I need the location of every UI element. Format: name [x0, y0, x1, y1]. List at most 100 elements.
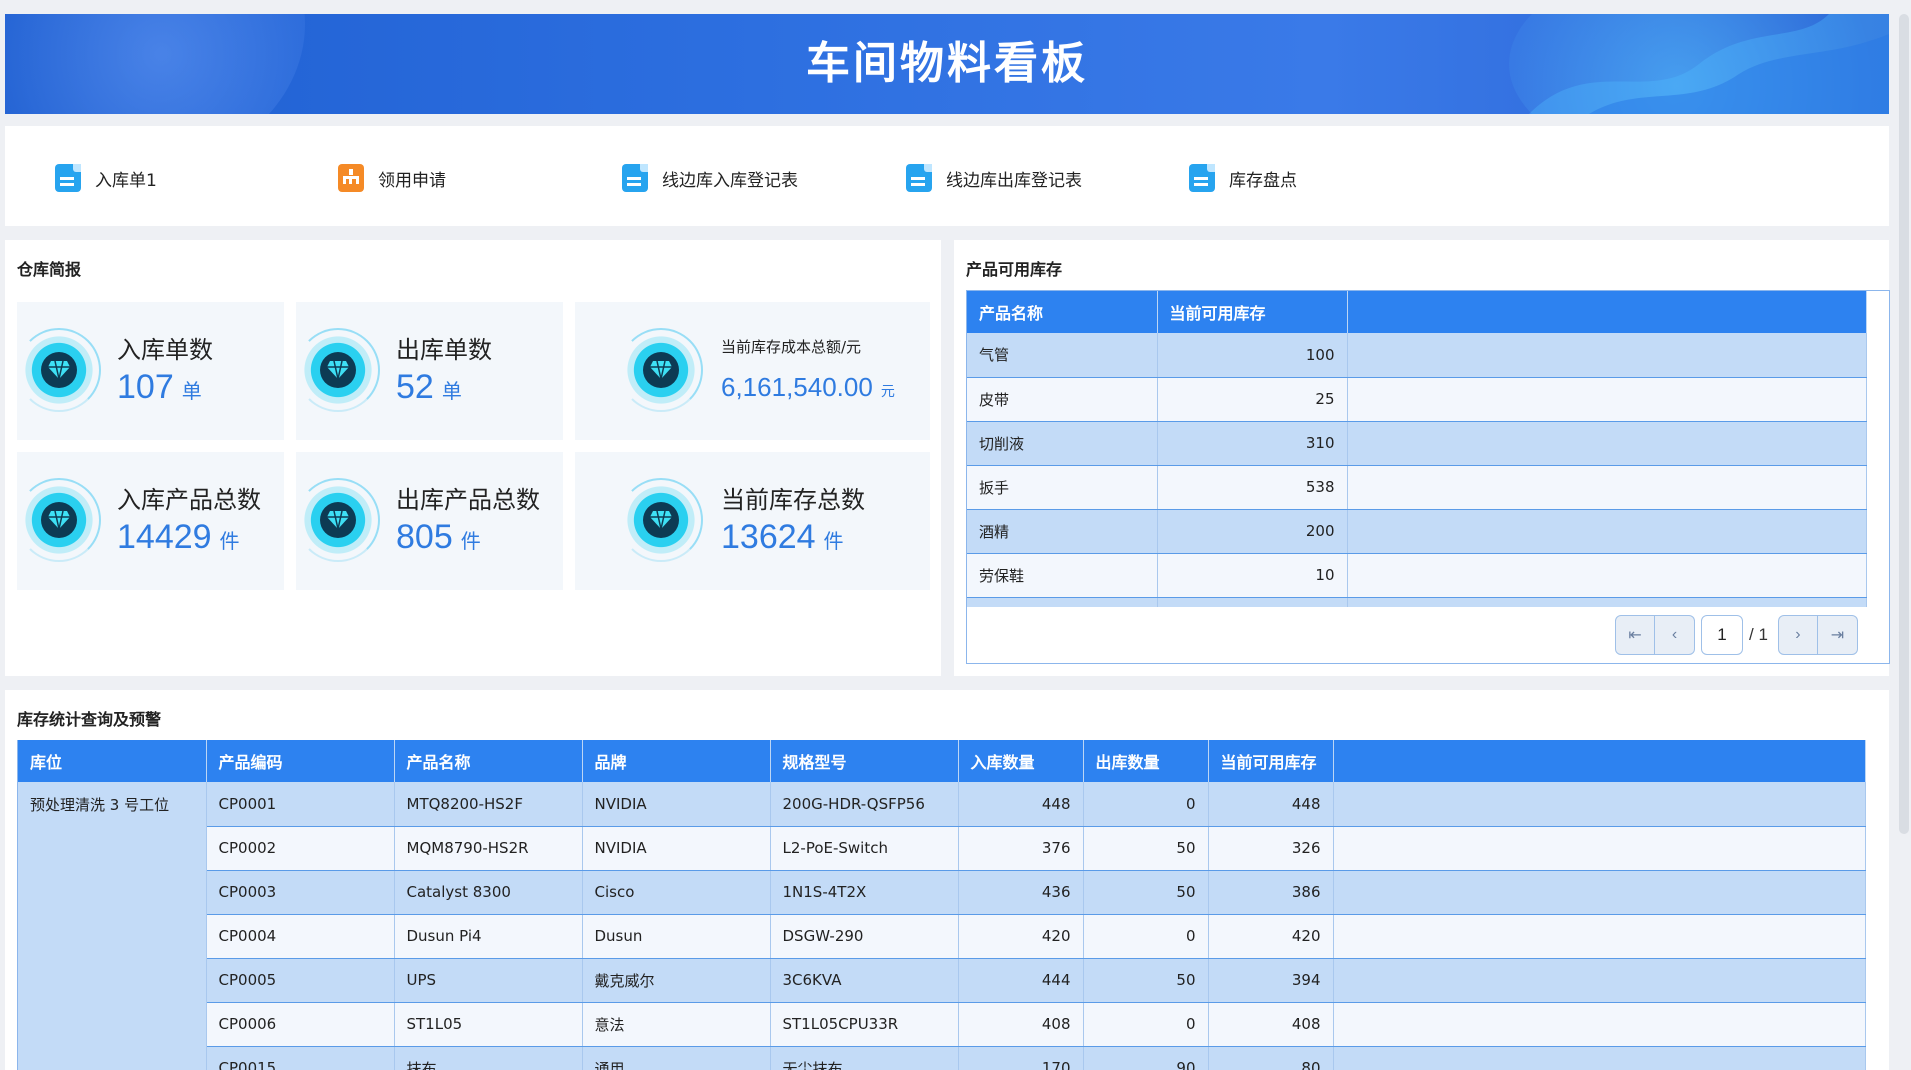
- quicklink-lineside-inbound[interactable]: 线边库入库登记表: [622, 164, 798, 192]
- spec-cell: 无尘抹布: [770, 1046, 959, 1070]
- product-code-cell: CP0006: [206, 1002, 395, 1047]
- spec-cell: 200G-HDR-QSFP56: [770, 782, 959, 827]
- last-page-button[interactable]: ⇥: [1817, 615, 1858, 655]
- next-page-button[interactable]: ›: [1777, 615, 1818, 655]
- inbound-qty-cell: 170: [958, 1046, 1084, 1070]
- inbound-qty-cell: 436: [958, 870, 1084, 915]
- stat-value: 805 件: [396, 518, 481, 556]
- product-code-cell: CP0003: [206, 870, 395, 915]
- stat-label: 出库产品总数: [396, 486, 540, 514]
- column-header[interactable]: 产品编码: [206, 740, 395, 782]
- available-stock-cell: 420: [1208, 914, 1334, 959]
- stock-cell: 200: [1157, 509, 1348, 554]
- table-row[interactable]: 气管 100: [967, 333, 1867, 378]
- column-header[interactable]: 当前可用库存: [1157, 291, 1348, 333]
- brand-cell: 意法: [582, 1002, 771, 1047]
- product-name-cell: 气管: [967, 333, 1158, 378]
- outbound-qty-cell: 0: [1083, 1002, 1209, 1047]
- product-name-cell: MQM8790-HS2R: [394, 826, 583, 871]
- column-header[interactable]: 库位: [18, 740, 207, 782]
- table-row[interactable]: 扳手 538: [967, 465, 1867, 510]
- diamond-icon: [296, 478, 380, 562]
- stat-card-current-stock: 当前库存总数 13624 件: [575, 452, 930, 590]
- quicklink-bar: 入库单1 领用申请 线边库入库登记表 线边库出库登记表 库存盘点: [5, 126, 1889, 226]
- stat-label: 当前库存总数: [721, 486, 865, 514]
- quicklink-lineside-outbound[interactable]: 线边库出库登记表: [906, 164, 1082, 192]
- stock-cell: 25: [1157, 377, 1348, 422]
- column-header-empty: [1347, 291, 1867, 333]
- stock-cell: 10: [1157, 553, 1348, 598]
- page-number-input[interactable]: 1: [1701, 615, 1743, 655]
- available-stock-table-frame: 产品名称 当前可用库存 气管 100 皮带 25 切削液 310 扳手 538 酒精 20…: [966, 290, 1890, 664]
- available-stock-cell: 408: [1208, 1002, 1334, 1047]
- product-name-cell: 劳保鞋: [967, 553, 1158, 598]
- table-row[interactable]: CP0002 MQM8790-HS2R NVIDIA L2-PoE-Switch…: [18, 826, 1866, 871]
- warehouse-brief-panel: 仓库简报 入库单数 107 单 出库单数 52 单 当前库存成本总额/元 6,161…: [5, 240, 941, 676]
- panel-title: 仓库简报: [17, 260, 82, 279]
- document-icon: [55, 164, 81, 192]
- table-row[interactable]: CP0015 抹布 通用 无尘抹布 170 90 80: [18, 1046, 1866, 1070]
- inbound-qty-cell: 444: [958, 958, 1084, 1003]
- column-header[interactable]: 入库数量: [958, 740, 1084, 782]
- product-name-cell: 切削液: [967, 421, 1158, 466]
- outbound-qty-cell: 50: [1083, 826, 1209, 871]
- stat-value: 52 单: [396, 368, 462, 406]
- stat-card-stock-cost: 当前库存成本总额/元 6,161,540.00 元: [575, 302, 930, 440]
- prev-page-button[interactable]: ‹: [1655, 615, 1695, 655]
- product-code-cell: CP0004: [206, 914, 395, 959]
- product-code-cell: CP0002: [206, 826, 395, 871]
- stat-value: 13624 件: [721, 518, 844, 556]
- quicklink-stocktake[interactable]: 库存盘点: [1189, 164, 1297, 192]
- product-name-cell: Dusun Pi4: [394, 914, 583, 959]
- stat-label: 出库单数: [396, 336, 492, 364]
- available-stock-table: 产品名称 当前可用库存 气管 100 皮带 25 切削液 310 扳手 538 酒精 20…: [967, 291, 1867, 607]
- table-row[interactable]: 预处理清洗 3 号工位 CP0001 MTQ8200-HS2F NVIDIA 2…: [18, 782, 1866, 1070]
- outbound-qty-cell: 0: [1083, 782, 1209, 827]
- panel-title: 库存统计查询及预警: [17, 710, 162, 729]
- column-header[interactable]: 产品名称: [967, 291, 1158, 333]
- diamond-icon: [619, 478, 703, 562]
- quicklink-requisition[interactable]: 领用申请: [338, 164, 446, 192]
- column-header[interactable]: 产品名称: [394, 740, 583, 782]
- product-name-cell: Catalyst 8300: [394, 870, 583, 915]
- stat-label: 入库产品总数: [117, 486, 261, 514]
- brand-cell: Cisco: [582, 870, 771, 915]
- table-row[interactable]: CP0005 UPS 戴克威尔 3C6KVA 444 50 394: [18, 958, 1866, 1003]
- table-row[interactable]: [967, 597, 1867, 607]
- inventory-table-frame: 库位 产品编码 产品名称 品牌 规格型号 入库数量 出库数量 当前可用库存 预处…: [17, 740, 1889, 1070]
- table-row[interactable]: CP0003 Catalyst 8300 Cisco 1N1S-4T2X 436…: [18, 870, 1866, 915]
- available-stock-cell: 326: [1208, 826, 1334, 871]
- column-header[interactable]: 品牌: [582, 740, 771, 782]
- diamond-icon: [619, 328, 703, 412]
- brand-cell: NVIDIA: [582, 826, 771, 871]
- panel-title: 产品可用库存: [966, 260, 1063, 279]
- quicklink-label: 入库单1: [95, 170, 157, 191]
- column-header[interactable]: 出库数量: [1083, 740, 1209, 782]
- table-row[interactable]: CP0004 Dusun Pi4 Dusun DSGW-290 420 0 42…: [18, 914, 1866, 959]
- available-stock-panel: 产品可用库存 产品名称 当前可用库存 气管 100 皮带 25 切削液 310 扳手 5…: [954, 240, 1890, 676]
- product-code-cell: CP0005: [206, 958, 395, 1003]
- product-name-cell: 扳手: [967, 465, 1158, 510]
- available-stock-cell: 448: [1208, 782, 1334, 827]
- page-scrollbar[interactable]: [1899, 14, 1909, 834]
- table-row[interactable]: CP0006 ST1L05 意法 ST1L05CPU33R 408 0 408: [18, 1002, 1866, 1047]
- document-icon: [1189, 164, 1215, 192]
- available-stock-cell: 394: [1208, 958, 1334, 1003]
- stat-value: 107 单: [117, 368, 202, 406]
- outbound-qty-cell: 90: [1083, 1046, 1209, 1070]
- pagination: ⇤ ‹ 1 / 1 › ⇥: [1615, 615, 1858, 655]
- quicklink-inbound-order[interactable]: 入库单1: [55, 164, 157, 192]
- spec-cell: 1N1S-4T2X: [770, 870, 959, 915]
- first-page-button[interactable]: ⇤: [1615, 615, 1655, 655]
- column-header[interactable]: 当前可用库存: [1208, 740, 1334, 782]
- brand-cell: Dusun: [582, 914, 771, 959]
- product-name-cell: 抹布: [394, 1046, 583, 1070]
- table-row[interactable]: 酒精 200: [967, 509, 1867, 554]
- table-row[interactable]: 劳保鞋 10: [967, 553, 1867, 598]
- page-total: / 1: [1749, 625, 1768, 644]
- table-row[interactable]: 皮带 25: [967, 377, 1867, 422]
- column-header[interactable]: 规格型号: [770, 740, 959, 782]
- table-row[interactable]: 切削液 310: [967, 421, 1867, 466]
- brand-cell: 戴克威尔: [582, 958, 771, 1003]
- spec-cell: DSGW-290: [770, 914, 959, 959]
